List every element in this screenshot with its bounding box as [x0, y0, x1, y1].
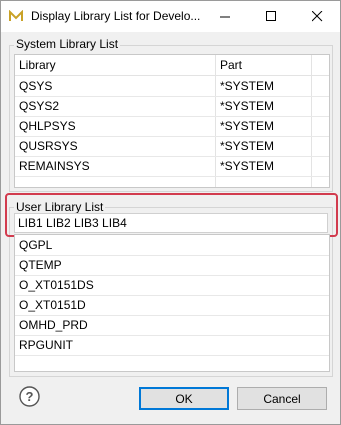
system-library-group-label: System Library List: [14, 37, 121, 51]
minimize-button[interactable]: [202, 1, 248, 32]
table-row[interactable]: QSYS2 *SYSTEM: [15, 97, 329, 117]
part-cell: *SYSTEM: [220, 99, 275, 113]
part-cell: *SYSTEM: [220, 119, 275, 133]
list-item[interactable]: OMHD_PRD: [15, 315, 329, 336]
list-item[interactable]: QTEMP: [15, 255, 329, 276]
list-item-label: O_XT0151D: [19, 298, 86, 312]
list-item-label: OMHD_PRD: [19, 318, 88, 332]
library-cell: QSYS: [19, 79, 53, 93]
list-item[interactable]: RPGUNIT: [15, 335, 329, 356]
list-item-label: QTEMP: [19, 258, 62, 272]
library-cell: REMAINSYS: [19, 159, 90, 173]
list-item[interactable]: QGPL: [15, 235, 329, 256]
ok-button[interactable]: OK: [139, 387, 229, 410]
close-button[interactable]: [294, 1, 340, 32]
library-cell: QUSRSYS: [19, 139, 78, 153]
list-item-label: QGPL: [19, 238, 53, 252]
close-icon: [311, 11, 322, 22]
table-row[interactable]: QSYS *SYSTEM: [15, 77, 329, 97]
part-cell: *SYSTEM: [220, 139, 275, 153]
list-item-label: RPGUNIT: [19, 338, 73, 352]
list-item-label: O_XT0151DS: [19, 278, 94, 292]
table-row[interactable]: QHLPSYS *SYSTEM: [15, 117, 329, 137]
column-header-part[interactable]: Part: [220, 58, 242, 72]
list-item[interactable]: O_XT0151D: [15, 295, 329, 316]
window-title: Display Library List for Develo...: [31, 9, 201, 23]
help-icon[interactable]: ?: [19, 386, 40, 407]
maximize-button[interactable]: [248, 1, 294, 32]
minimize-icon: [219, 16, 230, 18]
title-bar: Display Library List for Develo...: [1, 1, 340, 32]
user-library-list[interactable]: QGPL QTEMP O_XT0151DS O_XT0151D OMHD_PRD…: [14, 234, 330, 372]
highlight-box: [5, 193, 338, 237]
svg-text:?: ?: [26, 389, 34, 404]
column-header-library[interactable]: Library: [19, 58, 56, 72]
maximize-icon: [265, 11, 276, 21]
table-row[interactable]: QUSRSYS *SYSTEM: [15, 137, 329, 157]
table-row[interactable]: REMAINSYS *SYSTEM: [15, 157, 329, 177]
system-library-table[interactable]: Library Part QSYS *SYSTEM QSYS2 *SYSTEM …: [14, 54, 330, 188]
library-cell: QSYS2: [19, 99, 60, 113]
part-cell: *SYSTEM: [220, 79, 275, 93]
app-icon: [9, 10, 23, 21]
table-header: Library Part: [15, 55, 329, 76]
dialog-window: Display Library List for Develo... Syste…: [0, 0, 341, 425]
list-item[interactable]: O_XT0151DS: [15, 275, 329, 296]
cancel-button[interactable]: Cancel: [237, 387, 327, 410]
library-cell: QHLPSYS: [19, 119, 76, 133]
part-cell: *SYSTEM: [220, 159, 275, 173]
